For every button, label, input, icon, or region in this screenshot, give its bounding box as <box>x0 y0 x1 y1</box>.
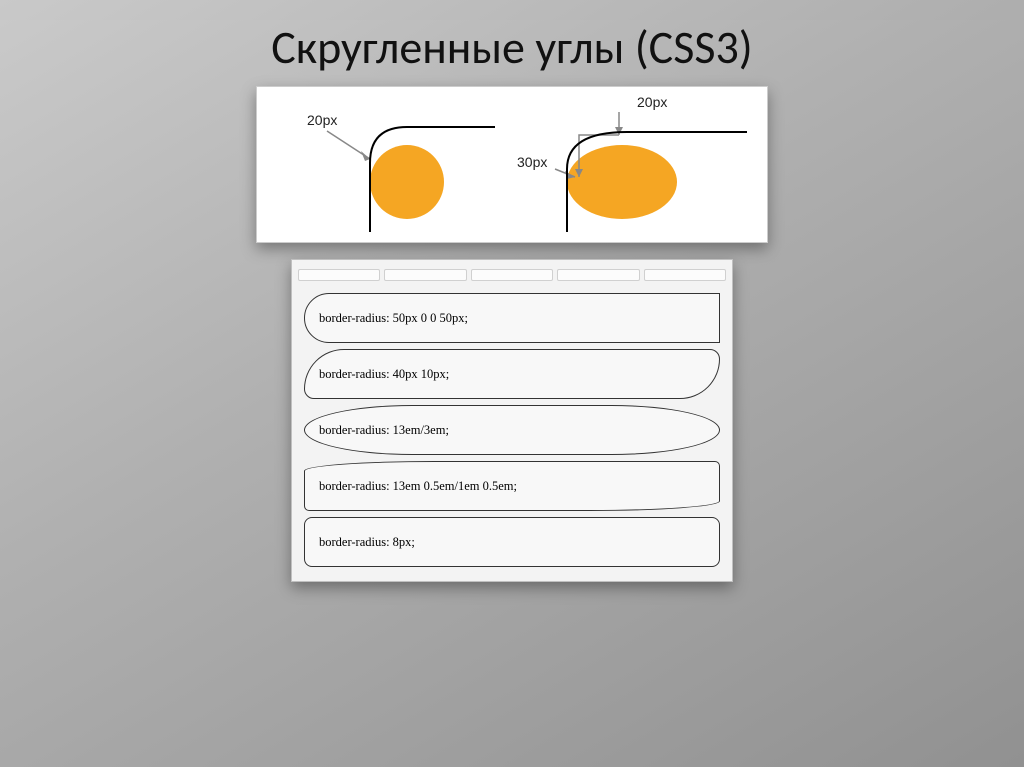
example-code: border-radius: 50px 0 0 50px; <box>319 311 468 326</box>
page-title: Скругленные углы (CSS3) <box>0 20 1024 76</box>
example-code: border-radius: 8px; <box>319 535 415 550</box>
toolbar-button <box>471 269 553 281</box>
ellipse-icon <box>567 145 677 219</box>
border-radius-example: border-radius: 13em/3em; <box>304 405 720 455</box>
arrowhead-icon <box>615 127 623 135</box>
diagram-panel: 20px 20px 30px <box>256 86 768 243</box>
left-radius-label: 20px <box>307 112 337 128</box>
toolbar-button <box>557 269 639 281</box>
right-top-radius-label: 20px <box>637 94 667 110</box>
circle-icon <box>370 145 444 219</box>
faux-toolbar <box>292 266 732 287</box>
toolbar-button <box>298 269 380 281</box>
arrowhead-icon <box>361 151 370 161</box>
border-radius-example: border-radius: 8px; <box>304 517 720 567</box>
example-code: border-radius: 40px 10px; <box>319 367 449 382</box>
examples-panel: border-radius: 50px 0 0 50px; border-rad… <box>291 259 733 582</box>
toolbar-button <box>384 269 466 281</box>
right-side-radius-label: 30px <box>517 154 547 170</box>
example-code: border-radius: 13em 0.5em/1em 0.5em; <box>319 479 517 494</box>
border-radius-example: border-radius: 13em 0.5em/1em 0.5em; <box>304 461 720 511</box>
slide: Скругленные углы (CSS3) 20px 20px 30px <box>0 20 1024 767</box>
radius-diagram-svg: 20px 20px 30px <box>257 87 767 237</box>
toolbar-button <box>644 269 726 281</box>
border-radius-example: border-radius: 50px 0 0 50px; <box>304 293 720 343</box>
border-radius-example: border-radius: 40px 10px; <box>304 349 720 399</box>
example-code: border-radius: 13em/3em; <box>319 423 449 438</box>
